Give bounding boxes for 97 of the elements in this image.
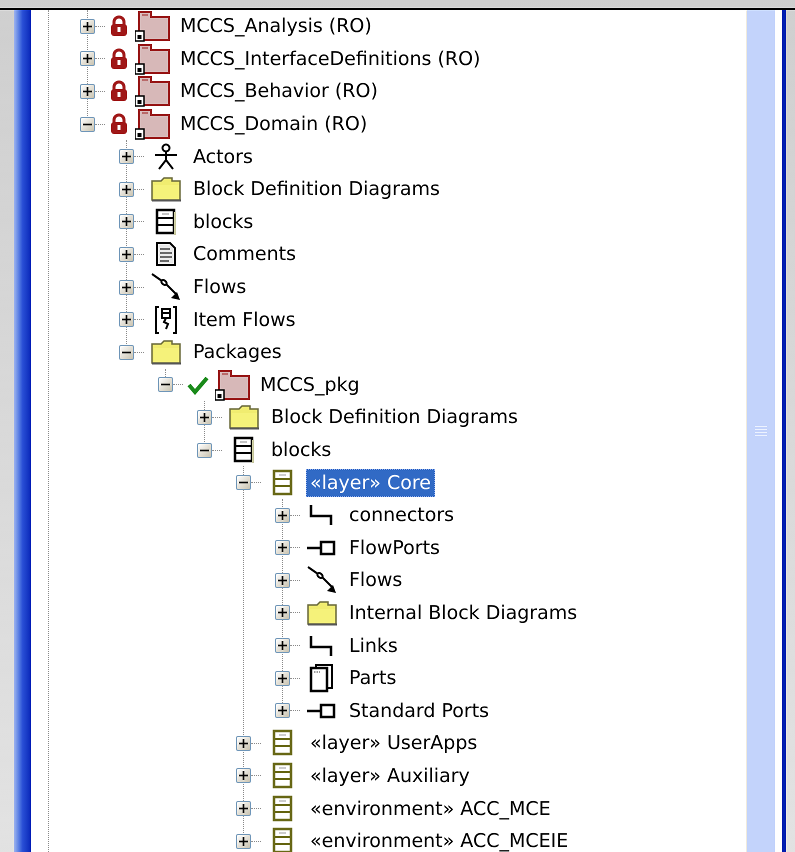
collapse-button[interactable] xyxy=(158,377,173,392)
tree-item[interactable]: Block Definition Diagrams xyxy=(189,175,444,204)
tree-item[interactable]: connectors xyxy=(345,501,458,530)
block-icon xyxy=(272,729,294,758)
plus-icon xyxy=(239,771,248,780)
part-icon xyxy=(309,663,335,694)
tree-item[interactable]: MCCS_Analysis (RO) xyxy=(176,12,376,40)
expand-button[interactable] xyxy=(275,508,290,523)
tree-item[interactable]: «layer» Auxiliary xyxy=(306,762,474,790)
plus-icon xyxy=(122,250,131,259)
scrollbar-thumb[interactable] xyxy=(746,10,775,852)
tree-item[interactable]: Actors xyxy=(189,142,257,171)
plus-icon xyxy=(122,217,131,226)
arrow-icon xyxy=(151,272,181,302)
expand-button[interactable] xyxy=(236,768,251,784)
port-icon xyxy=(307,540,337,556)
expand-button[interactable] xyxy=(275,638,290,654)
tree-item[interactable]: Flows xyxy=(345,566,406,594)
expand-button[interactable] xyxy=(119,182,134,197)
expand-button[interactable] xyxy=(119,214,134,230)
tree-item[interactable]: Block Definition Diagrams xyxy=(267,403,522,432)
tree-item[interactable]: MCCS_InterfaceDefinitions (RO) xyxy=(176,44,484,73)
expand-button[interactable] xyxy=(275,605,290,620)
block-icon xyxy=(272,468,294,497)
tree-item[interactable]: «environment» ACC_MCE xyxy=(306,794,555,823)
tree-item[interactable]: Standard Ports xyxy=(345,696,494,725)
block-icon xyxy=(272,794,294,823)
expand-button[interactable] xyxy=(197,410,212,425)
expand-button[interactable] xyxy=(80,84,95,99)
plus-icon xyxy=(122,184,131,194)
collapse-button[interactable] xyxy=(119,344,134,360)
package-icon xyxy=(215,368,251,401)
plus-icon xyxy=(239,804,248,814)
stick-figure-icon xyxy=(153,142,179,171)
expand-button[interactable] xyxy=(236,834,251,849)
document-icon xyxy=(155,241,177,268)
expand-button[interactable] xyxy=(236,801,251,816)
plus-icon xyxy=(278,641,287,650)
tree-item[interactable]: Flows xyxy=(189,273,250,302)
expand-button[interactable] xyxy=(80,18,95,34)
plus-icon xyxy=(122,152,131,162)
tree-item[interactable]: MCCS_Behavior (RO) xyxy=(176,77,382,106)
plus-icon xyxy=(239,836,248,846)
tree-item[interactable]: Item Flows xyxy=(189,306,300,334)
folder-icon xyxy=(228,404,260,430)
expand-button[interactable] xyxy=(275,572,290,588)
expand-button[interactable] xyxy=(275,670,290,686)
arrow-icon xyxy=(307,565,337,596)
item-flow-icon xyxy=(154,304,178,335)
block-folder-icon xyxy=(233,436,255,464)
plus-icon xyxy=(278,706,287,716)
tree-item[interactable]: «layer» UserApps xyxy=(306,729,482,758)
plus-icon xyxy=(278,608,287,618)
folder-icon xyxy=(150,339,182,366)
plus-icon xyxy=(83,54,92,64)
package-icon xyxy=(135,75,171,108)
tree-item[interactable]: Comments xyxy=(189,240,300,268)
plus-icon xyxy=(83,22,92,31)
tree-item[interactable]: Internal Block Diagrams xyxy=(345,598,582,627)
tree-item[interactable]: MCCS_Domain (RO) xyxy=(176,110,372,138)
plus-icon xyxy=(239,738,248,748)
tree-item[interactable]: Parts xyxy=(345,664,400,692)
expand-button[interactable] xyxy=(119,246,134,262)
tree-item[interactable]: Packages xyxy=(189,338,286,366)
plus-icon xyxy=(278,510,287,520)
package-icon xyxy=(135,108,171,140)
tree-item[interactable]: blocks xyxy=(267,436,336,464)
block-folder-icon xyxy=(155,208,177,236)
block-icon xyxy=(272,762,294,790)
collapse-button[interactable] xyxy=(197,442,212,458)
tree-item[interactable]: «environment» ACC_MCEIE xyxy=(306,827,572,852)
expand-button[interactable] xyxy=(119,312,134,328)
package-icon xyxy=(135,42,171,75)
collapse-button[interactable] xyxy=(236,475,251,490)
tree-item[interactable]: MCCS_pkg xyxy=(256,370,364,399)
folder-icon xyxy=(150,176,182,202)
tree-item[interactable]: blocks xyxy=(189,208,258,236)
expand-button[interactable] xyxy=(275,540,290,556)
plus-icon xyxy=(122,315,131,324)
plus-icon xyxy=(83,86,92,96)
expand-button[interactable] xyxy=(236,736,251,751)
expand-button[interactable] xyxy=(119,280,134,295)
tree-item[interactable]: Links xyxy=(345,632,402,660)
plus-icon xyxy=(278,576,287,585)
plus-icon xyxy=(278,543,287,552)
plus-icon xyxy=(278,674,287,683)
plus-icon xyxy=(122,282,131,292)
grip-icon xyxy=(755,425,767,437)
folder-icon xyxy=(306,600,338,626)
expand-button[interactable] xyxy=(80,51,95,66)
expand-button[interactable] xyxy=(275,703,290,718)
tree-item[interactable]: FlowPorts xyxy=(345,534,444,562)
port-icon xyxy=(307,702,337,719)
expand-button[interactable] xyxy=(119,149,134,164)
collapse-button[interactable] xyxy=(80,116,95,132)
plus-icon xyxy=(200,412,209,422)
tree-item[interactable]: «layer» Core xyxy=(306,468,435,497)
